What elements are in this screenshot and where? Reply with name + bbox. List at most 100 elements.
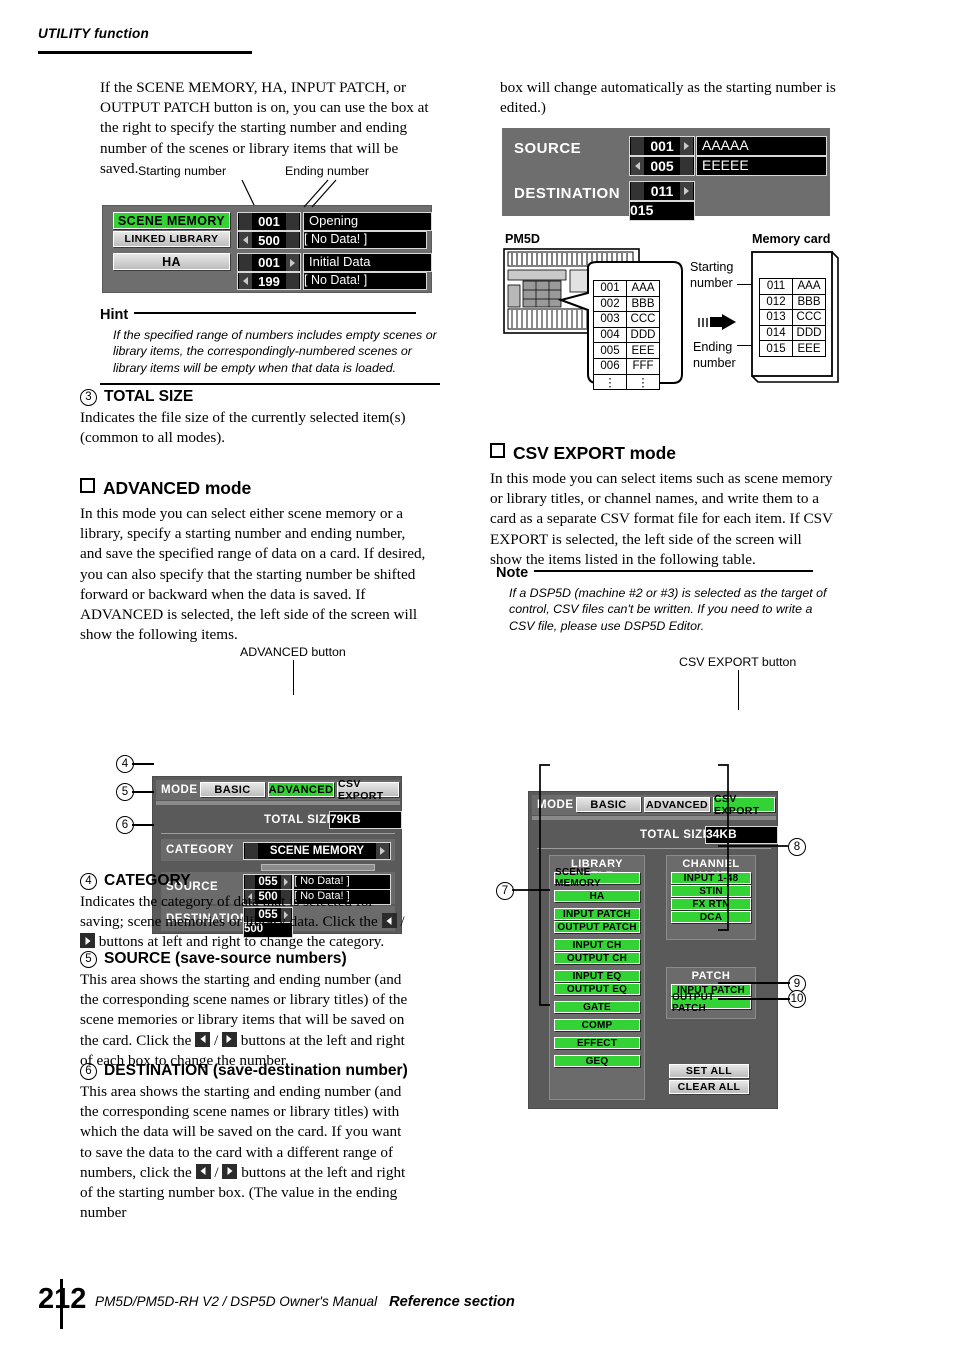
ex-source-row1-name: AAAAA <box>696 136 827 156</box>
button-linked-library[interactable]: LINKED LIBRARY <box>113 231 230 247</box>
library-item-scene-memory[interactable]: SCENE MEMORY <box>554 867 640 889</box>
table-cell: 011 <box>759 278 793 295</box>
diagram-card-label: Memory card <box>752 232 831 246</box>
value-row3-number[interactable]: 001 <box>237 253 301 272</box>
section-category: 4 CATEGORY Indicates the category of data… <box>80 872 445 953</box>
memory-card-table: 011 AAA 012 BBB 013 CCC 014 DDD 015 EEE <box>759 278 826 357</box>
ex-dest-row1-number[interactable]: 011 <box>629 181 695 201</box>
category-heading: 4 CATEGORY <box>80 872 445 890</box>
manual-page: UTILITY function If the SCENE MEMORY, HA… <box>0 0 954 1351</box>
table-cell: 001 <box>593 280 627 297</box>
tab-advanced-csv[interactable]: ADVANCED <box>644 797 710 812</box>
caption-csv-export-button: CSV EXPORT button <box>679 655 797 669</box>
callout-6: 6 <box>80 1063 97 1080</box>
value-row2-number[interactable]: 500 <box>237 231 301 249</box>
source-title: SOURCE (save-source numbers) <box>104 950 347 967</box>
tab-advanced[interactable]: ADVANCED <box>268 782 334 797</box>
section-total-size: 3 TOTAL SIZE Indicates the file size of t… <box>80 388 440 448</box>
note-box: Note If a DSP5D (machine #2 or #3) is se… <box>496 564 836 634</box>
library-item-gate[interactable]: GATE <box>554 1001 640 1013</box>
ex-source-row2-number[interactable]: 005 <box>629 156 695 176</box>
destination-title: DESTINATION (save-destination number) <box>104 1062 408 1079</box>
diagram-starting-label-line2: number <box>690 276 733 290</box>
tab-basic[interactable]: BASIC <box>200 782 265 797</box>
table-row: 002 BBB <box>593 295 660 313</box>
transfer-arrow-icon <box>698 314 736 330</box>
ex-dst1-right-spin[interactable] <box>680 182 693 200</box>
category-value[interactable]: SCENE MEMORY <box>243 842 391 860</box>
category-right-spin[interactable] <box>376 843 389 859</box>
callout-3: 3 <box>80 389 97 406</box>
library-item-input-patch[interactable]: INPUT PATCH <box>554 908 640 920</box>
row2-right-spin[interactable] <box>286 232 299 248</box>
library-title-items: SCENE MEMORY HA INPUT PATCH OUTPUT PATCH INP… <box>554 867 640 1068</box>
footer-manual-title: PM5D/PM5D-RH V2 / DSP5D Owner's Manual <box>95 1294 378 1309</box>
hint-title: Hint <box>100 307 129 323</box>
tab-csv-export[interactable]: CSV EXPORT <box>337 778 399 802</box>
advanced-mode-title: ADVANCED mode <box>103 478 252 498</box>
csv-export-title: CSV EXPORT mode <box>513 443 676 463</box>
library-item-output-ch[interactable]: OUTPUT CH <box>554 952 640 964</box>
row3-right-spin[interactable] <box>286 254 299 271</box>
destination-heading: 6 DESTINATION (save-destination number) <box>80 1062 445 1080</box>
diagram-pm5d-label: PM5D <box>505 232 540 246</box>
table-cell: FFF <box>626 357 660 375</box>
ex-source-row2-name: EEEEE <box>696 156 827 176</box>
advanced-mode-heading: ADVANCED mode <box>80 475 440 499</box>
advanced-caption-leader <box>293 660 295 695</box>
table-cell: DDD <box>626 326 660 344</box>
left-column: If the SCENE MEMORY, HA, INPUT PATCH, or… <box>80 0 445 1221</box>
library-item-effect[interactable]: EFFECT <box>554 1037 640 1049</box>
ex-src2-right-spin[interactable] <box>680 157 693 175</box>
category-body-b: buttons at left and right to change the … <box>98 933 385 951</box>
clear-all-button[interactable]: CLEAR ALL <box>669 1080 749 1094</box>
library-item-ha[interactable]: HA <box>554 890 640 902</box>
hint-box: Hint If the specified range of numbers i… <box>100 306 440 385</box>
button-ha[interactable]: HA <box>113 253 230 270</box>
advanced-mode-body: In this mode you can select either scene… <box>80 505 426 644</box>
callout-9-leader <box>718 982 790 984</box>
table-cell: DDD <box>792 324 826 342</box>
value-row4-number[interactable]: 199 <box>237 272 301 290</box>
ex-dest-row2-number: 015 <box>629 201 695 221</box>
footer-section: Reference section <box>389 1294 515 1310</box>
table-cell: AAA <box>626 280 660 297</box>
table-row: 006 FFF <box>593 357 660 375</box>
ex-source-row1-number[interactable]: 001 <box>629 136 695 156</box>
library-item-output-eq[interactable]: OUTPUT EQ <box>554 983 640 995</box>
footer-meta: PM5D/PM5D-RH V2 / DSP5D Owner's Manual Re… <box>95 1294 515 1310</box>
source-heading: 5 SOURCE (save-source numbers) <box>80 950 445 968</box>
hint-body: If the specified range of numbers includ… <box>113 328 437 375</box>
source-label-example: SOURCE <box>514 140 582 157</box>
table-cell: 003 <box>593 311 627 328</box>
note-title: Note <box>496 565 529 581</box>
set-all-button[interactable]: SET ALL <box>669 1064 749 1078</box>
table-cell: 005 <box>593 342 627 359</box>
note-body: If a DSP5D (machine #2 or #3) is selecte… <box>509 586 827 633</box>
table-cell: 012 <box>759 293 793 311</box>
destination-body: This area shows the starting and ending … <box>80 1083 406 1222</box>
table-row: 014 DDD <box>759 324 826 342</box>
row1-right-spin[interactable] <box>286 213 299 230</box>
row4-right-spin[interactable] <box>286 273 299 289</box>
caption-leader-lines <box>241 179 337 208</box>
library-item-comp[interactable]: COMP <box>554 1019 640 1031</box>
library-item-geq[interactable]: GEQ <box>554 1055 640 1067</box>
total-size-title: TOTAL SIZE <box>104 388 194 405</box>
diagram-pm5d-to-card: PM5D Memory card 001 AAA 002 BBB 003 CCC… <box>500 232 840 391</box>
library-item-output-patch[interactable]: OUTPUT PATCH <box>554 921 640 933</box>
table-cell: AAA <box>792 278 826 295</box>
screen-source-destination: SOURCE 001 AAAAA 005 EEEEE DESTINATION 0… <box>502 128 830 221</box>
mode-label-advanced: MODE <box>161 784 198 796</box>
library-item-input-eq[interactable]: INPUT EQ <box>554 970 640 982</box>
ex-src1-right-spin[interactable] <box>680 137 693 155</box>
table-row: 011 AAA <box>759 278 826 295</box>
pm5d-scene-table: 001 AAA 002 BBB 003 CCC 004 DDD 005 EEE 006 FFF ⋮ ⋮ <box>593 280 660 391</box>
value-row3-name: Initial Data <box>303 253 432 272</box>
tab-basic-csv[interactable]: BASIC <box>576 797 641 812</box>
patch-label: PATCH <box>691 970 731 982</box>
category-scrollbar[interactable] <box>261 864 375 871</box>
right-intro-paragraph: box will change automatically as the sta… <box>500 79 836 117</box>
total-size-value-advanced: 79KB <box>329 811 402 829</box>
library-item-input-ch[interactable]: INPUT CH <box>554 939 640 951</box>
